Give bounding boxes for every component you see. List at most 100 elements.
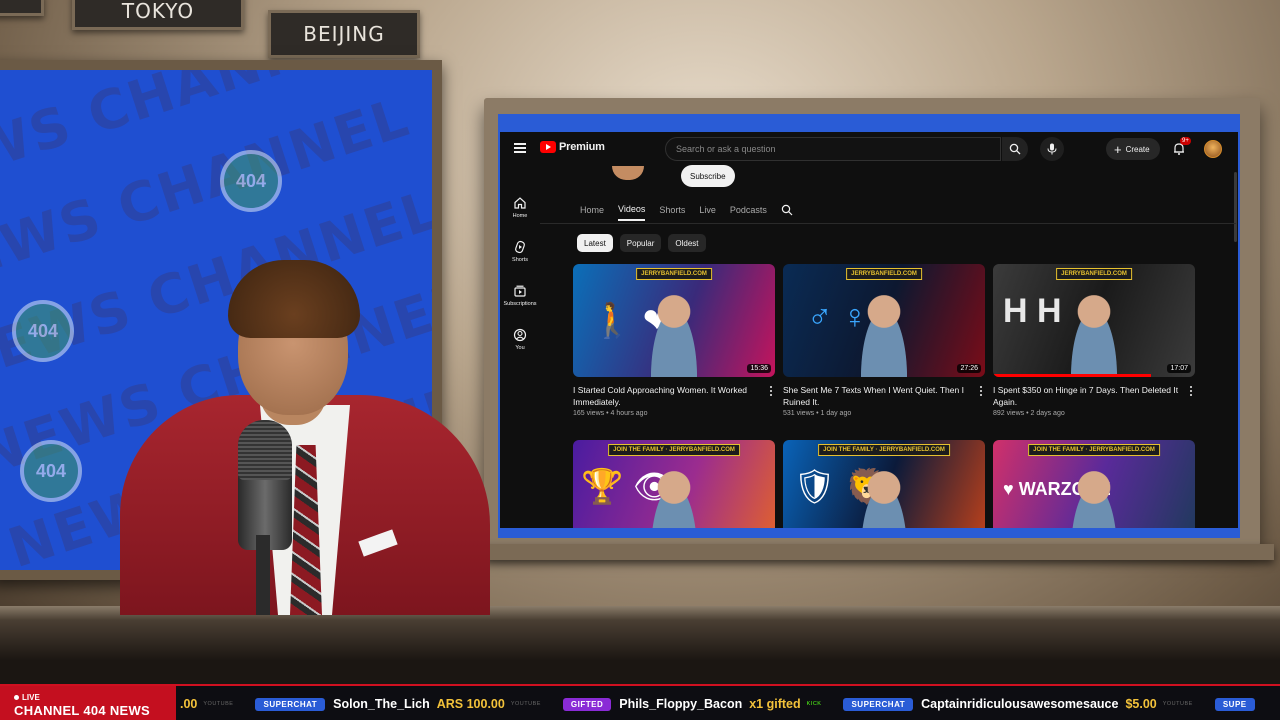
video-card[interactable]: H H JERRYBANFIELD.COM 17:07 I Spent $350… <box>993 264 1195 417</box>
ticker-item: SUPERCHAT Solon_The_Lich ARS 100.00 YOUT… <box>255 697 540 711</box>
wall-logo: 404 <box>220 150 282 212</box>
monitor-shelf <box>484 544 1274 560</box>
ticker-amount: .00 <box>180 697 198 711</box>
thumbnail-person <box>1063 462 1125 528</box>
home-icon <box>514 197 526 209</box>
sidebar-item-home[interactable]: Home <box>500 196 540 219</box>
video-duration: 27:26 <box>957 364 981 373</box>
more-actions-icon[interactable] <box>1190 386 1193 396</box>
youtube-logo[interactable]: Premium <box>540 141 605 153</box>
ticker-item: SUPE <box>1214 697 1263 711</box>
ticker-brand-name: CHANNEL 404 NEWS <box>14 703 151 718</box>
channel-search-icon[interactable] <box>781 204 793 216</box>
ticker-amount: x1 gifted <box>749 697 801 711</box>
tab-home[interactable]: Home <box>580 205 604 220</box>
video-thumbnail[interactable]: H H JERRYBANFIELD.COM 17:07 <box>993 264 1195 377</box>
sidebar-item-label: Home <box>512 213 528 219</box>
video-card[interactable]: 🛡 🦁 JOIN THE FAMILY · JERRYBANFIELD.COM <box>783 440 985 528</box>
subscribe-button[interactable]: Subscribe <box>681 165 735 187</box>
thumbnail-person <box>643 286 705 377</box>
video-title[interactable]: She Sent Me 7 Texts When I Went Quiet. T… <box>783 384 969 408</box>
ticker-source: YOUTUBE <box>510 701 541 707</box>
chip-latest[interactable]: Latest <box>577 234 613 252</box>
video-views: 165 views <box>573 410 605 417</box>
notification-badge: 9+ <box>1180 137 1191 145</box>
city-sign-tokyo: TOKYO <box>72 0 244 30</box>
more-actions-icon[interactable] <box>770 386 773 396</box>
thumbnail-brand: JERRYBANFIELD.COM <box>846 268 922 280</box>
search-input[interactable]: Search or ask a question <box>665 137 1001 161</box>
search-button[interactable] <box>1002 137 1028 161</box>
menu-icon[interactable] <box>514 143 526 153</box>
video-views: 892 views <box>993 410 1025 417</box>
create-label: Create <box>1125 144 1150 154</box>
news-ticker: LIVE CHANNEL 404 NEWS .00 YOUTUBE SUPERC… <box>0 684 1280 720</box>
youtube-window: Premium Search or ask a question + Creat… <box>498 114 1240 538</box>
scrollbar[interactable] <box>1234 172 1237 242</box>
video-thumbnail[interactable]: ♥ WARZONE JOIN THE FAMILY · JERRYBANFIEL… <box>993 440 1195 528</box>
video-thumbnail[interactable]: 🛡 🦁 JOIN THE FAMILY · JERRYBANFIELD.COM <box>783 440 985 528</box>
notifications-button[interactable]: 9+ <box>1172 137 1191 158</box>
youtube-logo-text: Premium <box>559 141 605 153</box>
anchor-hair <box>228 260 360 338</box>
thumbnail-person <box>853 286 915 377</box>
sidebar-item-shorts[interactable]: Shorts <box>500 240 540 263</box>
video-meta: She Sent Me 7 Texts When I Went Quiet. T… <box>783 377 985 417</box>
create-button[interactable]: + Create <box>1106 138 1160 160</box>
search-icon <box>1009 143 1021 155</box>
video-thumbnail[interactable]: 🏆 👁 JOIN THE FAMILY · JERRYBANFIELD.COM <box>573 440 775 528</box>
video-age: 2 days ago <box>1030 410 1065 417</box>
channel-avatar[interactable] <box>612 166 644 180</box>
channel-tabs: Home Videos Shorts Live Podcasts <box>580 204 793 221</box>
sidebar-item-subscriptions[interactable]: Subscriptions <box>500 284 540 307</box>
voice-search-button[interactable] <box>1040 137 1064 161</box>
video-card[interactable]: 🏆 👁 JOIN THE FAMILY · JERRYBANFIELD.COM <box>573 440 775 528</box>
tab-videos[interactable]: Videos <box>618 204 646 221</box>
video-stats: 165 views • 4 hours ago <box>573 410 648 417</box>
ticker-source: KICK <box>806 701 822 707</box>
video-card[interactable]: 🚶 ❤ JERRYBANFIELD.COM 15:36 I Started Co… <box>573 264 775 417</box>
tab-podcasts[interactable]: Podcasts <box>730 205 767 220</box>
ticker-item: .00 YOUTUBE <box>180 697 233 711</box>
live-label: LIVE <box>22 693 40 702</box>
video-title[interactable]: I Started Cold Approaching Women. It Wor… <box>573 384 759 408</box>
ticker-type-badge: GIFTED <box>562 697 612 711</box>
video-stats: 531 views • 1 day ago <box>783 410 852 417</box>
video-views: 531 views <box>783 410 815 417</box>
city-sign-beijing: BEIJING <box>268 10 420 58</box>
chip-oldest[interactable]: Oldest <box>668 234 706 252</box>
ticker-item: GIFTED Phils_Floppy_Bacon x1 gifted KICK <box>562 697 822 711</box>
ticker-username: Solon_The_Lich <box>333 697 430 711</box>
video-age: 4 hours ago <box>610 410 648 417</box>
shorts-icon <box>515 240 525 254</box>
ticker-amount: $5.00 <box>1125 697 1157 711</box>
video-card[interactable]: ♥ WARZONE JOIN THE FAMILY · JERRYBANFIEL… <box>993 440 1195 528</box>
video-thumbnail[interactable]: ♂ ♀ JERRYBANFIELD.COM 27:26 <box>783 264 985 377</box>
chip-popular[interactable]: Popular <box>619 234 662 252</box>
video-thumbnail[interactable]: 🚶 ❤ JERRYBANFIELD.COM 15:36 <box>573 264 775 377</box>
ticker-source: YOUTUBE <box>203 701 234 707</box>
thumbnail-brand: JOIN THE FAMILY · JERRYBANFIELD.COM <box>818 444 950 456</box>
sort-chips: Latest Popular Oldest <box>577 234 706 252</box>
video-card[interactable]: ♂ ♀ JERRYBANFIELD.COM 27:26 She Sent Me … <box>783 264 985 417</box>
live-indicator: LIVE <box>14 693 176 702</box>
city-sign <box>0 0 44 16</box>
thumbnail-person <box>853 462 915 528</box>
video-duration: 17:07 <box>1167 364 1191 373</box>
ticker-source: YOUTUBE <box>1162 701 1193 707</box>
video-duration: 15:36 <box>747 364 771 373</box>
more-actions-icon[interactable] <box>980 386 983 396</box>
account-avatar[interactable] <box>1204 140 1222 158</box>
thumbnail-brand: JOIN THE FAMILY · JERRYBANFIELD.COM <box>1028 444 1160 456</box>
video-meta: I Spent $350 on Hinge in 7 Days. Then De… <box>993 377 1195 417</box>
tab-live[interactable]: Live <box>699 205 716 220</box>
thumbnail-brand: JERRYBANFIELD.COM <box>636 268 712 280</box>
wall-logo: 404 <box>20 440 82 502</box>
thumbnail-art: H H <box>1003 292 1062 330</box>
you-icon <box>513 328 527 342</box>
video-title[interactable]: I Spent $350 on Hinge in 7 Days. Then De… <box>993 384 1179 408</box>
sidebar-item-label: Shorts <box>512 257 528 263</box>
sidebar-item-you[interactable]: You <box>500 328 540 351</box>
ticker-type-badge: SUPERCHAT <box>255 697 326 711</box>
tab-shorts[interactable]: Shorts <box>659 205 685 220</box>
